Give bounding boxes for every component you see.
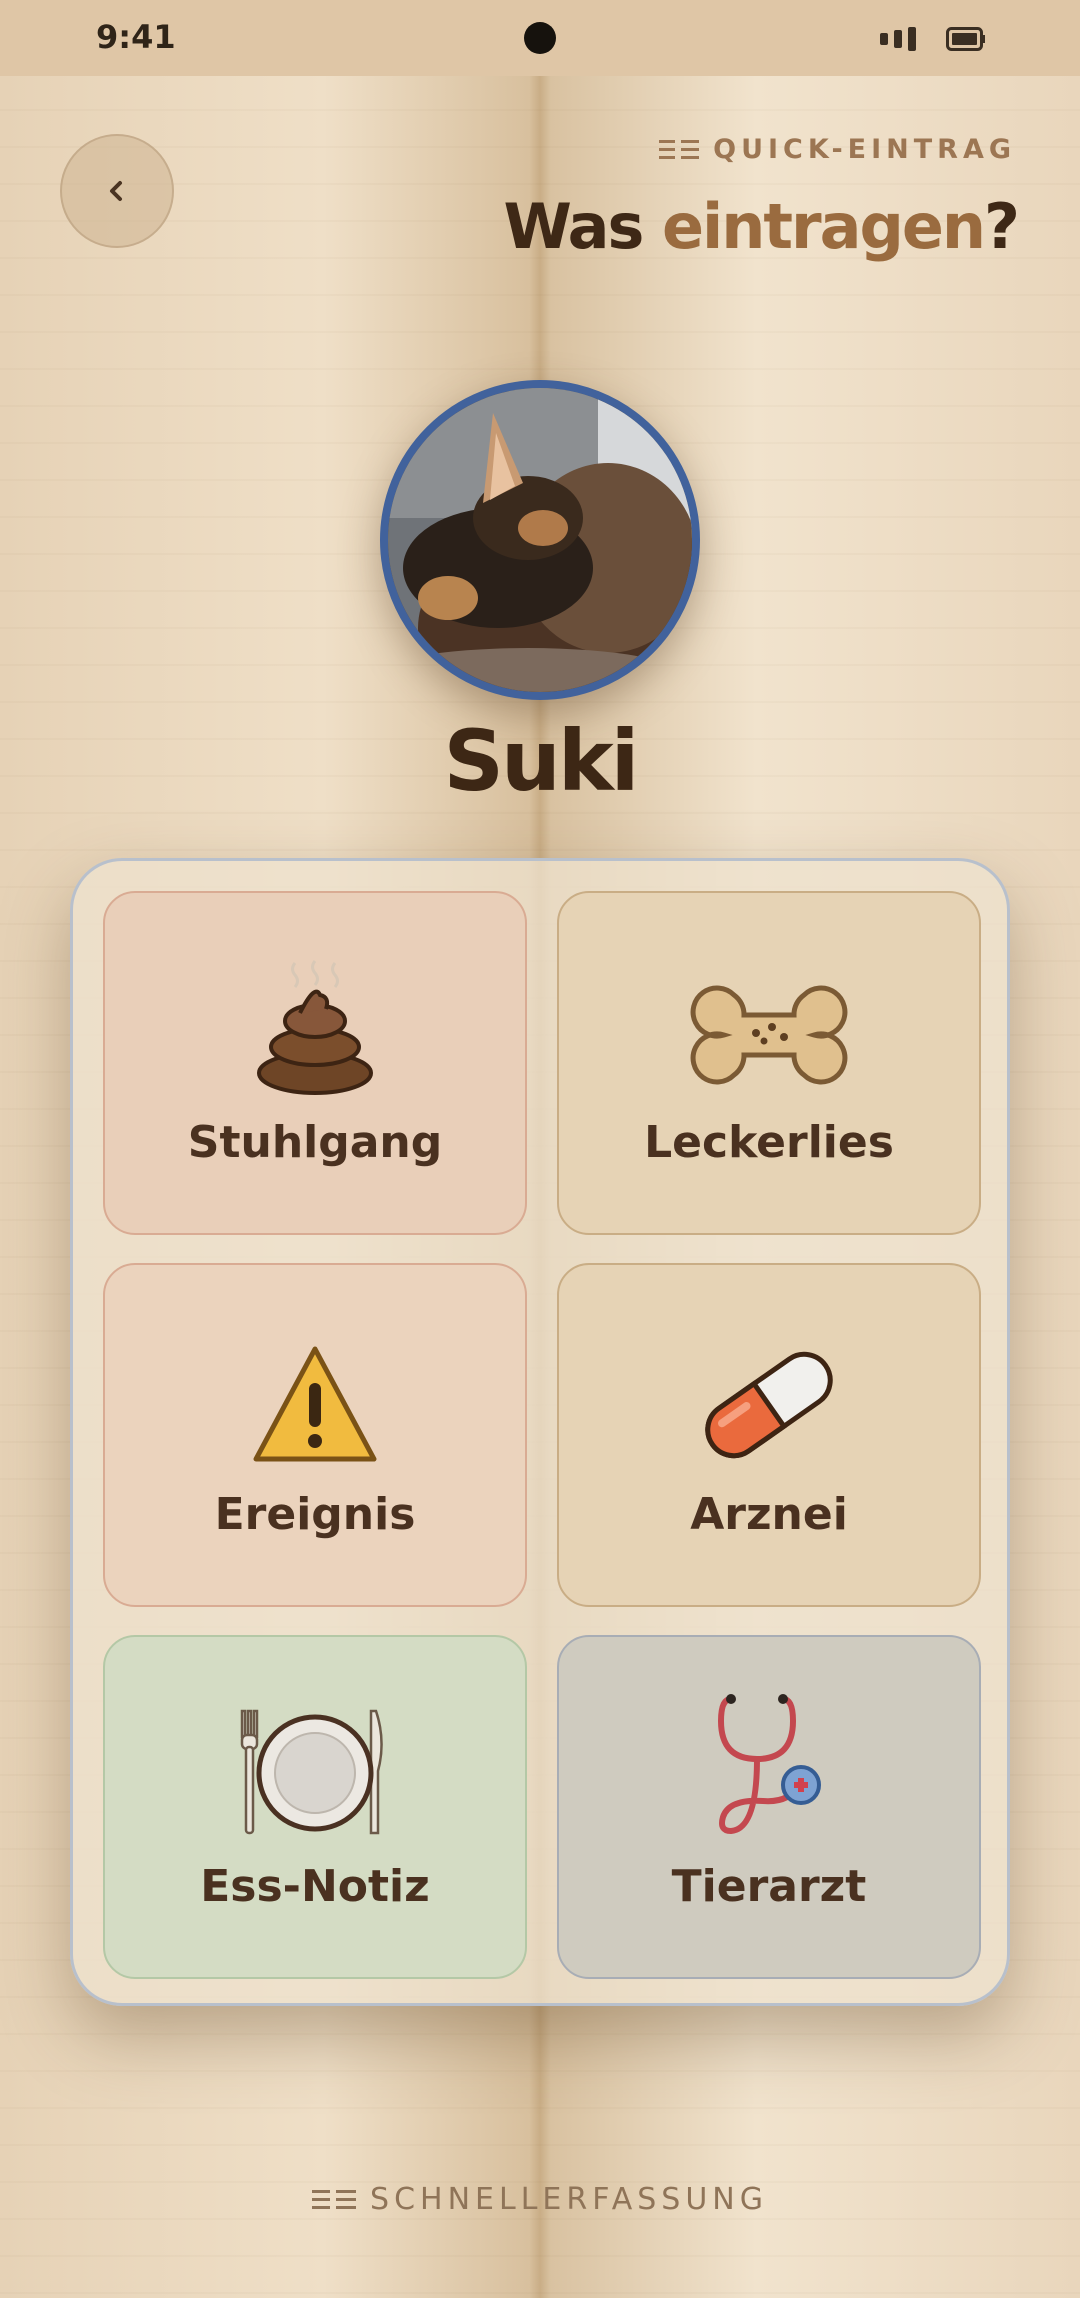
pet-avatar[interactable] <box>380 380 700 700</box>
entry-ereignis-button[interactable]: Ereignis <box>103 1263 527 1607</box>
camera-cutout <box>524 22 556 54</box>
entry-label: Stuhlgang <box>187 1117 443 1168</box>
eyebrow-label: QUICK-EINTRAG <box>713 134 1016 165</box>
signal-bar-icon <box>894 30 902 48</box>
entry-stuhlgang-button[interactable]: Stuhlgang <box>103 891 527 1235</box>
entry-leckerlies-button[interactable]: Leckerlies <box>557 891 981 1235</box>
status-bar: 9:41 <box>0 0 1080 76</box>
entry-label: Tierarzt <box>671 1861 867 1912</box>
footer-label: SCHNELLERFASSUNG <box>0 2182 1080 2217</box>
entry-label: Ereignis <box>214 1489 416 1540</box>
footer-text: SCHNELLERFASSUNG <box>370 2182 768 2217</box>
bone-icon <box>690 985 848 1085</box>
entry-ess-notiz-button[interactable]: Ess-Notiz <box>103 1635 527 1979</box>
entry-label: Arznei <box>690 1489 848 1540</box>
entry-arznei-button[interactable]: Arznei <box>557 1263 981 1607</box>
pill-icon <box>705 1351 833 1459</box>
list-icon <box>659 139 700 159</box>
entry-grid: Stuhlgang Leckerlies Ereignis Arznei Ess… <box>70 858 1010 2006</box>
list-icon <box>312 2189 357 2209</box>
status-time: 9:41 <box>96 18 176 56</box>
plate-icon <box>240 1709 383 1835</box>
dog-photo <box>388 388 692 692</box>
stethoscope-icon <box>717 1694 821 1835</box>
entry-tierarzt-button[interactable]: Tierarzt <box>557 1635 981 1979</box>
pet-name: Suki <box>443 712 640 810</box>
warning-icon <box>253 1346 377 1462</box>
poop-icon <box>257 960 373 1095</box>
status-icons <box>880 27 992 51</box>
signal-bar-icon <box>908 27 916 51</box>
signal-icon <box>880 33 888 45</box>
quick-entry-eyebrow: QUICK-EINTRAG <box>659 134 1016 165</box>
back-button[interactable] <box>60 134 174 248</box>
entry-label: Leckerlies <box>644 1117 894 1168</box>
page-title: Was eintragen? <box>503 190 1020 263</box>
battery-icon <box>946 27 985 51</box>
chevron-left-icon <box>110 181 122 201</box>
entry-label: Ess-Notiz <box>200 1861 430 1912</box>
